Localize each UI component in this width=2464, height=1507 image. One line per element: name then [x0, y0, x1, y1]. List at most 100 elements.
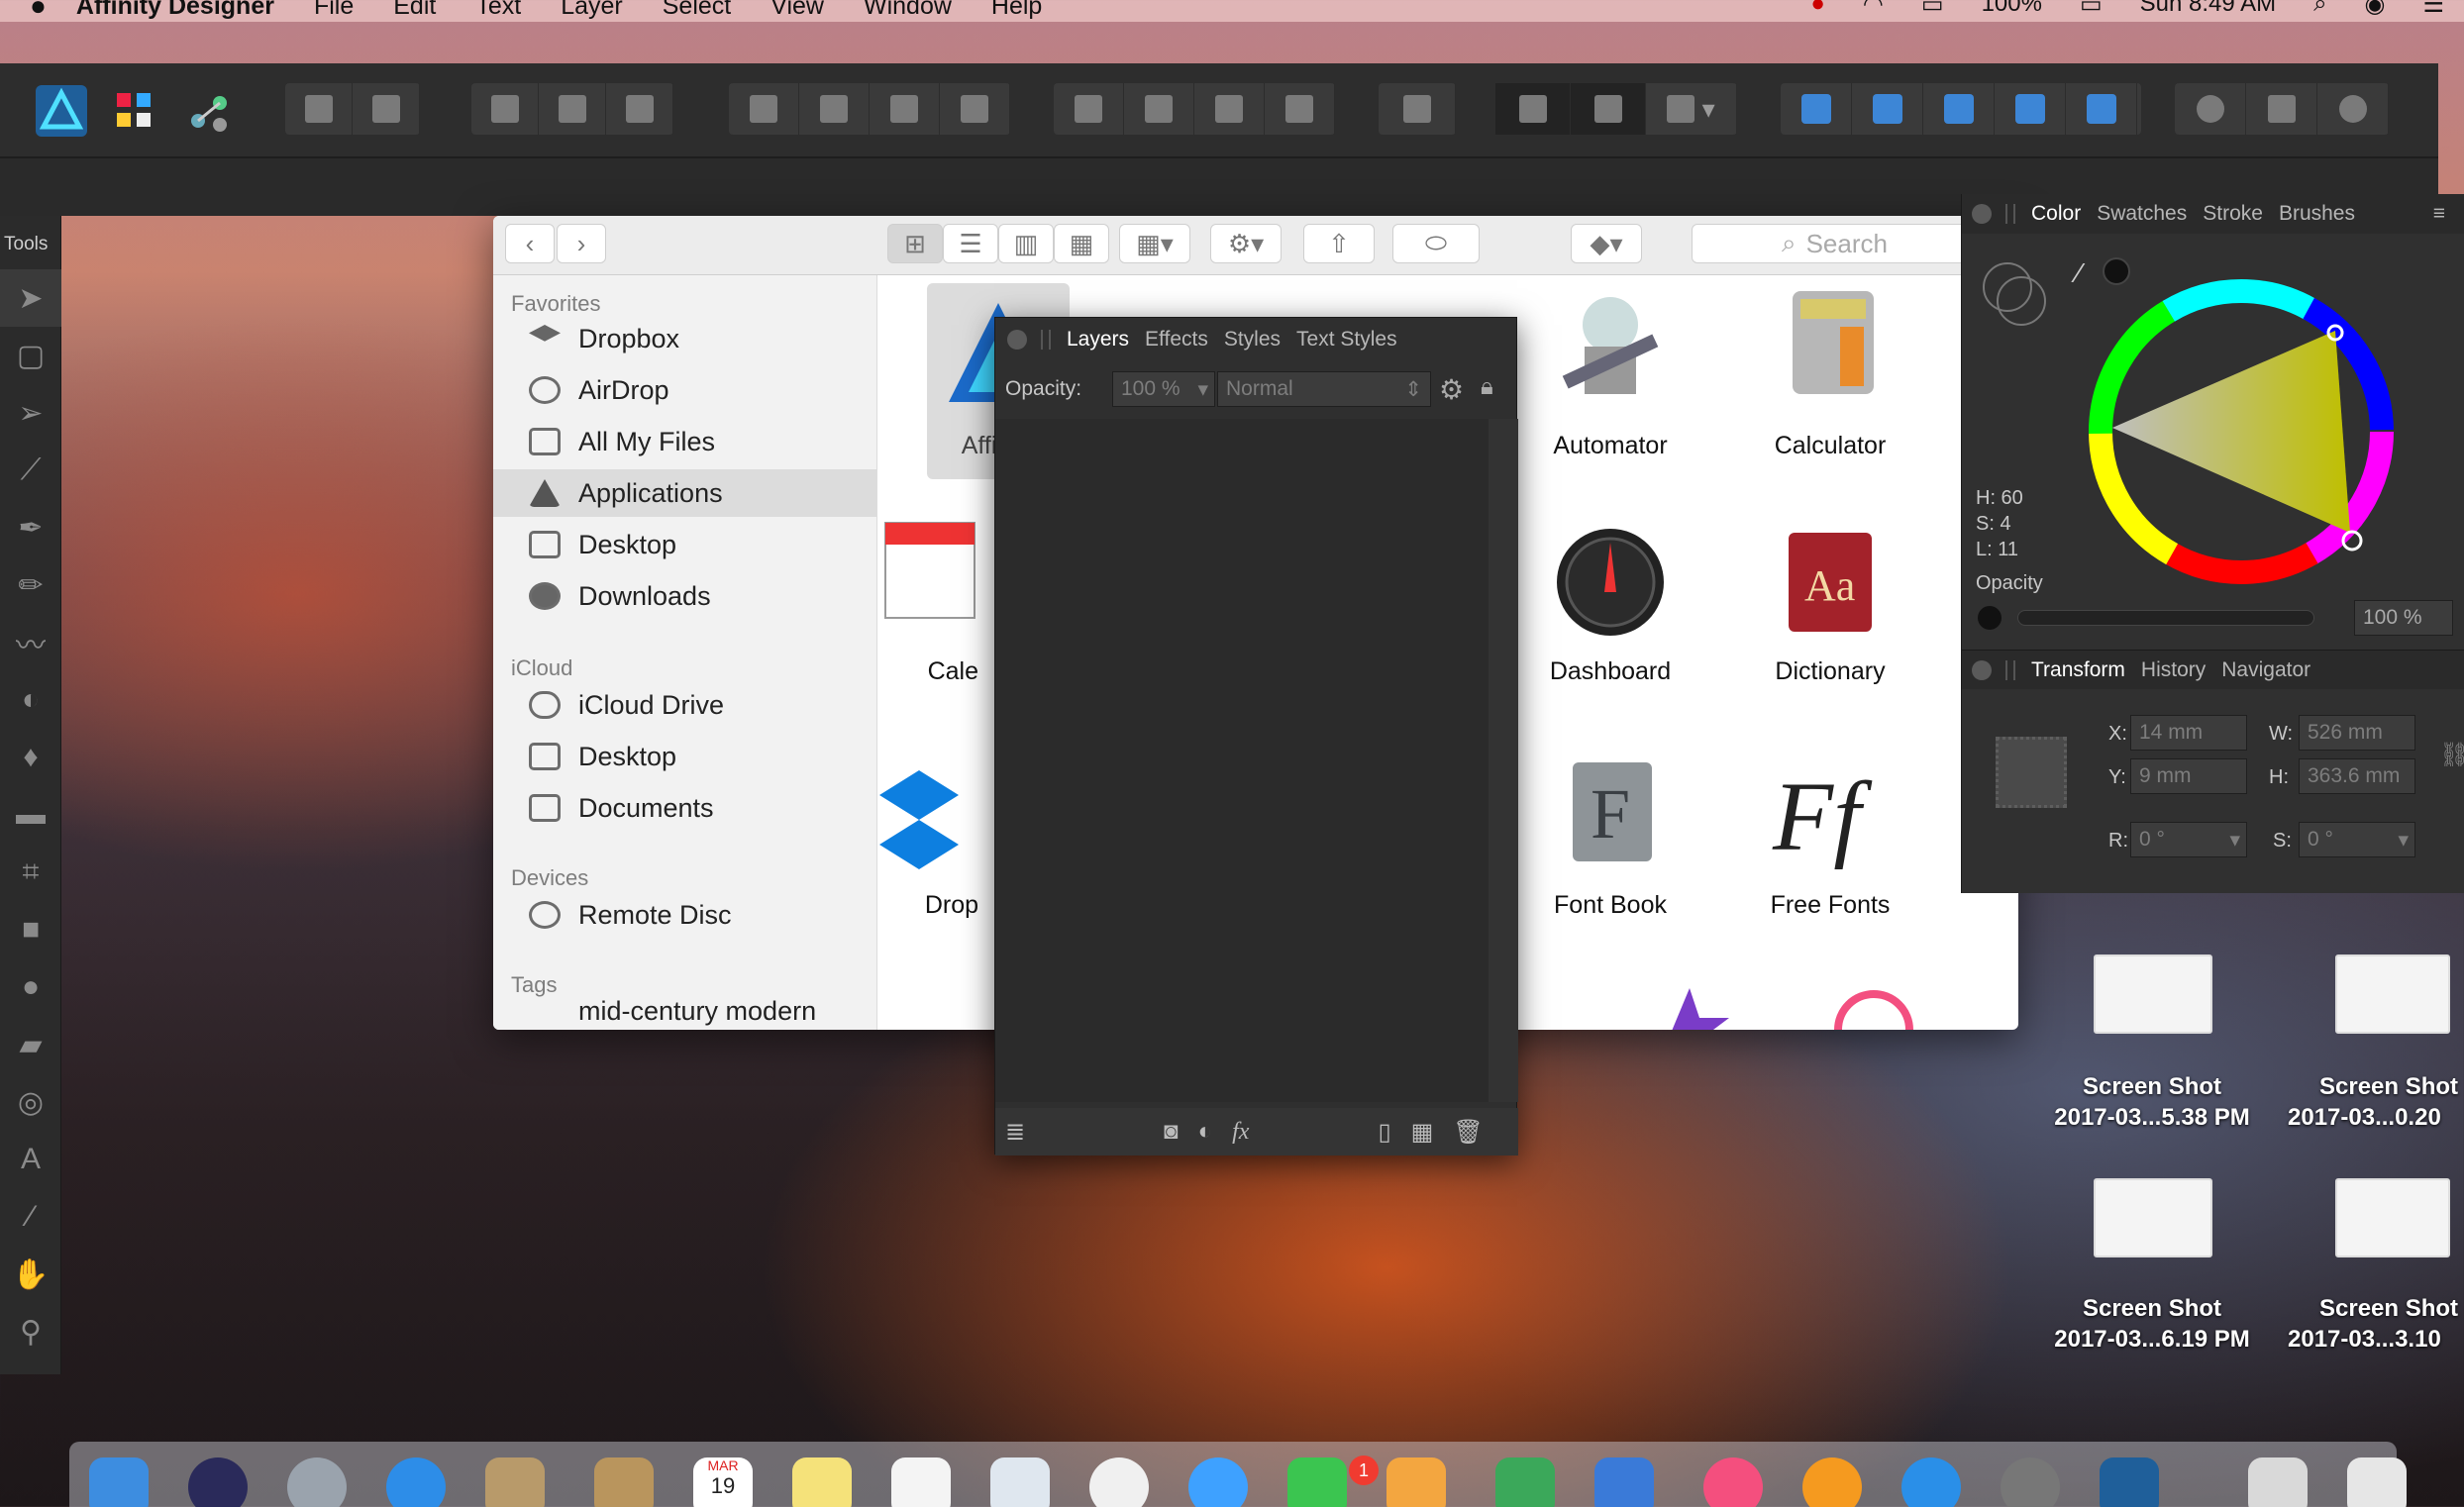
grid-toggle-button[interactable] [1495, 83, 1571, 135]
sidebar-item-tag[interactable]: mid-century modern [493, 996, 877, 1030]
share-button[interactable]: ⇧ [1303, 224, 1375, 263]
add-layer-icon[interactable]: ▯ [1378, 1118, 1390, 1147]
list-view-button[interactable]: ☰ [943, 224, 998, 263]
menu-window[interactable]: Window [864, 0, 952, 19]
tab-transform[interactable]: Transform [2031, 658, 2125, 682]
menu-select[interactable]: Select [663, 0, 731, 19]
artboard-tool-icon[interactable]: ▢ [0, 327, 61, 384]
apple-menu-icon[interactable]: ● [30, 0, 47, 20]
toolbar-button[interactable] [285, 83, 353, 135]
shear-field[interactable]: 0 ° ▾ [2299, 822, 2415, 857]
intersect-boolean-button[interactable] [1923, 83, 1995, 135]
reminders-dock-icon[interactable] [891, 1457, 951, 1507]
desktop-file-label[interactable]: Screen Shot 2017-03...6.19 PM [2028, 1293, 2276, 1355]
facetime-dock-icon[interactable] [1287, 1457, 1347, 1507]
lock-icon[interactable]: 🔒︎ [1481, 373, 1493, 401]
close-panel-icon[interactable] [1972, 659, 1992, 680]
panel-grip-icon[interactable] [2005, 659, 2015, 680]
layers-list[interactable] [995, 419, 1489, 1102]
toolbar-button[interactable] [539, 83, 606, 135]
tab-effects[interactable]: Effects [1145, 328, 1208, 352]
hand-tool-icon[interactable]: ✋ [0, 1246, 61, 1303]
toolbar-button[interactable] [940, 83, 1010, 135]
menu-text[interactable]: Text [475, 0, 521, 19]
rectangle-tool-icon[interactable]: ■ [0, 901, 61, 958]
arrange-button[interactable]: ▦▾ [1119, 224, 1190, 263]
toolbar-button[interactable] [1054, 83, 1124, 135]
ellipse-tool-icon[interactable]: ● [0, 958, 61, 1016]
snap-options-button[interactable]: ▾ [1646, 83, 1737, 135]
sidebar-item-all-my-files[interactable]: All My Files [493, 418, 877, 465]
menu-file[interactable]: File [314, 0, 354, 19]
close-panel-icon[interactable] [1007, 330, 1027, 350]
notification-icon[interactable]: ● [1810, 0, 1825, 19]
desktop-file-icon[interactable] [2335, 1178, 2450, 1257]
spotlight-icon[interactable]: ⌕ [2313, 0, 2326, 19]
corner-tool-icon[interactable]: ⟋ [0, 442, 61, 499]
sidebar-item-airdrop[interactable]: AirDrop [493, 366, 877, 414]
icon-view-button[interactable]: ⊞ [887, 224, 943, 263]
pages-dock-icon[interactable] [1386, 1457, 1446, 1507]
menu-clock[interactable]: Sun 8:49 AM [2140, 0, 2276, 19]
anchor-selector[interactable] [1996, 737, 2067, 808]
trash-dock-icon[interactable] [2347, 1457, 2407, 1507]
toolbar-button[interactable] [2317, 83, 2389, 135]
tab-styles[interactable]: Styles [1224, 328, 1281, 352]
desktop-file-label[interactable]: Screen Shot 2017-03...0.20 [2280, 1071, 2464, 1133]
menu-help[interactable]: Help [991, 0, 1042, 19]
pen-tool-icon[interactable]: ✒ [0, 499, 61, 556]
y-field[interactable]: 9 mm [2130, 758, 2247, 794]
move-tool-icon[interactable]: ➤ [0, 269, 61, 327]
panel-grip-icon[interactable] [1041, 330, 1051, 350]
tab-stroke[interactable]: Stroke [2203, 202, 2263, 226]
donut-tool-icon[interactable]: ◎ [0, 1073, 61, 1131]
blend-mode-select[interactable]: Normal ⇕ [1217, 371, 1431, 407]
affinity-designer-dock-icon[interactable] [2100, 1457, 2159, 1507]
toolbar-button[interactable] [1265, 83, 1335, 135]
fill-tool-icon[interactable]: ◐ [0, 671, 61, 729]
tags-button[interactable]: ⬭ [1392, 224, 1480, 263]
desktop-file-icon[interactable] [2094, 1178, 2212, 1257]
panel-grip-icon[interactable] [2005, 204, 2015, 224]
mask-icon[interactable]: ◙ [1164, 1118, 1179, 1146]
fx-icon[interactable]: fx [1232, 1119, 1249, 1146]
transparency-tool-icon[interactable]: ♦ [0, 729, 61, 786]
tab-navigator[interactable]: Navigator [2221, 658, 2310, 682]
sidebar-item-downloads[interactable]: Downloads [493, 572, 877, 620]
rotation-field[interactable]: 0 ° ▾ [2130, 822, 2247, 857]
action-gear-button[interactable]: ⚙▾ [1210, 224, 1282, 263]
color-picker-tool-icon[interactable]: ⁄ [0, 1188, 61, 1246]
toolbar-button[interactable] [729, 83, 799, 135]
toolbar-button[interactable] [870, 83, 940, 135]
forward-button[interactable]: › [557, 224, 606, 263]
toolbar-button[interactable] [471, 83, 539, 135]
panel-menu-icon[interactable]: ≡ [2433, 202, 2445, 226]
export-persona-icon[interactable] [188, 91, 232, 135]
toolbar-button[interactable] [1124, 83, 1194, 135]
place-image-tool-icon[interactable]: ▬ [0, 786, 61, 844]
toolbar-button[interactable] [799, 83, 870, 135]
tab-brushes[interactable]: Brushes [2279, 202, 2355, 226]
pencil-tool-icon[interactable]: ✏ [0, 556, 61, 614]
layer-opacity-field[interactable]: 100 % ▾ [1112, 371, 1215, 407]
tab-color[interactable]: Color [2031, 202, 2081, 226]
close-panel-icon[interactable] [1972, 204, 1992, 224]
downloads-stack-dock-icon[interactable] [2248, 1457, 2308, 1507]
airplay-icon[interactable]: ▭ [1921, 0, 1944, 19]
calendar-dock-icon[interactable]: MAR 19 [693, 1457, 753, 1507]
snap-toggle-button[interactable] [1571, 83, 1646, 135]
tab-history[interactable]: History [2141, 658, 2206, 682]
opacity-slider[interactable] [2017, 610, 2314, 626]
desktop-file-label[interactable]: Screen Shot 2017-03...5.38 PM [2028, 1071, 2276, 1133]
column-view-button[interactable]: ▥ [998, 224, 1054, 263]
desktop-file-label[interactable]: Screen Shot 2017-03...3.10 [2280, 1293, 2464, 1355]
maps-dock-icon[interactable] [990, 1457, 1050, 1507]
designer-persona-icon[interactable] [36, 85, 87, 137]
toolbar-button[interactable] [353, 83, 420, 135]
subtract-boolean-button[interactable] [1852, 83, 1923, 135]
divide-boolean-button[interactable] [2066, 83, 2137, 135]
tab-text-styles[interactable]: Text Styles [1296, 328, 1397, 352]
width-field[interactable]: 526 mm [2299, 715, 2415, 751]
sidebar-item-documents[interactable]: Documents [493, 784, 877, 832]
toolbar-button[interactable] [606, 83, 673, 135]
